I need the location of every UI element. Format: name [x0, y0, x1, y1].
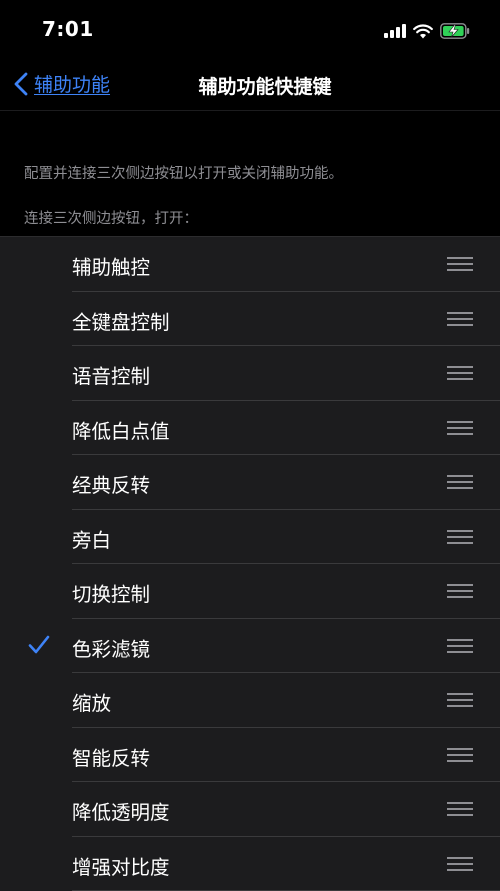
reorder-handle-icon[interactable] [447, 475, 473, 491]
list-item[interactable]: 经典反转 [0, 455, 500, 510]
list-item-label: 色彩滤镜 [72, 633, 150, 662]
reorder-handle-icon[interactable] [447, 421, 473, 437]
list-item-label: 增强对比度 [72, 851, 170, 880]
reorder-handle-icon[interactable] [447, 257, 473, 273]
reorder-handle-icon[interactable] [447, 748, 473, 764]
reorder-handle-icon[interactable] [447, 802, 473, 818]
reorder-handle-icon[interactable] [447, 639, 473, 655]
list-item[interactable]: 增强对比度 [0, 837, 500, 891]
list-item[interactable]: 旁白 [0, 510, 500, 565]
reorder-handle-icon[interactable] [447, 584, 473, 600]
list-item-label: 降低透明度 [72, 796, 170, 825]
reorder-handle-icon[interactable] [447, 312, 473, 328]
page-title: 辅助功能快捷键 [0, 72, 500, 99]
status-time: 7:01 [42, 17, 94, 41]
list-item[interactable]: 降低透明度 [0, 782, 500, 837]
reorder-handle-icon[interactable] [447, 366, 473, 382]
reorder-handle-icon[interactable] [447, 530, 473, 546]
list-item[interactable]: 语音控制 [0, 346, 500, 401]
list-item-label: 经典反转 [72, 469, 150, 498]
list-item[interactable]: 缩放 [0, 673, 500, 728]
navigation-bar: 辅助功能 辅助功能快捷键 [0, 60, 500, 111]
wifi-icon [413, 24, 433, 39]
battery-charging-icon [440, 23, 470, 39]
shortcut-list: 辅助触控全键盘控制语音控制降低白点值经典反转旁白切换控制色彩滤镜缩放智能反转降低… [0, 236, 500, 891]
checkmark-icon [27, 633, 51, 657]
list-item-label: 语音控制 [72, 360, 150, 389]
list-item-label: 全键盘控制 [72, 306, 170, 335]
status-bar: 7:01 [0, 0, 500, 60]
list-item[interactable]: 全键盘控制 [0, 292, 500, 347]
list-item[interactable]: 智能反转 [0, 728, 500, 783]
list-item-label: 缩放 [72, 687, 111, 716]
list-item[interactable]: 色彩滤镜 [0, 619, 500, 674]
list-item[interactable]: 降低白点值 [0, 401, 500, 456]
list-item-label: 智能反转 [72, 742, 150, 771]
status-icons [384, 20, 470, 42]
reorder-handle-icon[interactable] [447, 693, 473, 709]
list-item-label: 切换控制 [72, 578, 150, 607]
list-item[interactable]: 辅助触控 [0, 237, 500, 292]
list-item-label: 降低白点值 [72, 415, 170, 444]
section-header: 连接三次侧边按钮，打开： [24, 207, 198, 228]
cellular-signal-icon [384, 24, 406, 38]
list-item[interactable]: 切换控制 [0, 564, 500, 619]
list-item-label: 辅助触控 [72, 251, 150, 280]
description-text: 配置并连接三次侧边按钮以打开或关闭辅助功能。 [24, 162, 343, 183]
list-item-label: 旁白 [72, 524, 111, 553]
